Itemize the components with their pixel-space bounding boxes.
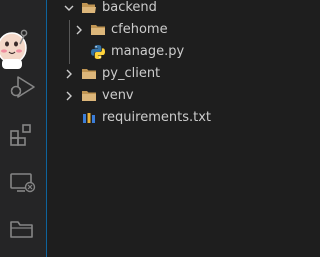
- tree-item-label: manage.py: [111, 44, 185, 59]
- tree-item-label: requirements.txt: [102, 110, 212, 125]
- activity-bar: [0, 0, 46, 257]
- tree-item-manage-py[interactable]: manage.py: [47, 41, 290, 63]
- explorer-tree: backend cfehome manage.py py_client venv…: [47, 0, 290, 257]
- folder-icon: [82, 69, 96, 79]
- chevron-down-icon: [64, 5, 74, 11]
- tree-item-venv[interactable]: venv: [47, 85, 290, 107]
- folder-open-icon: [82, 3, 96, 13]
- chevron-right-icon: [66, 91, 72, 101]
- tree-item-label: venv: [102, 88, 134, 103]
- vscode-window: backend cfehome manage.py py_client venv…: [0, 0, 290, 257]
- tree-item-cfehome[interactable]: cfehome: [47, 19, 290, 41]
- run-debug-icon[interactable]: [8, 74, 36, 100]
- tree-item-py-client[interactable]: py_client: [47, 63, 290, 85]
- folder-icon: [91, 25, 105, 35]
- tree-item-label: cfehome: [111, 22, 168, 37]
- remote-explorer-icon[interactable]: [9, 171, 37, 195]
- mascot-sticker-icon: [0, 29, 28, 69]
- tree-item-label: backend: [102, 0, 157, 15]
- folder-icon[interactable]: [9, 218, 35, 240]
- python-file-icon: [91, 45, 105, 59]
- chevron-right-icon: [76, 25, 82, 35]
- tree-item-requirements-txt[interactable]: requirements.txt: [47, 107, 290, 129]
- folder-icon: [82, 91, 96, 101]
- tree-item-backend[interactable]: backend: [47, 0, 290, 19]
- chevron-right-icon: [66, 69, 72, 79]
- extensions-icon[interactable]: [9, 122, 35, 148]
- text-file-icon: [83, 113, 95, 123]
- tree-item-label: py_client: [102, 66, 161, 81]
